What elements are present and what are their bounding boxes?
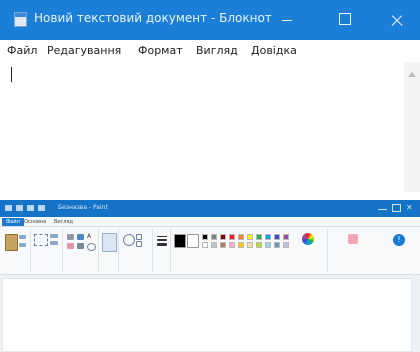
alert-group: ! [380, 229, 418, 272]
brush-icon[interactable] [102, 233, 117, 252]
text-caret [11, 67, 12, 82]
palette-swatch[interactable] [256, 234, 262, 240]
notepad-window: Новий текстовий документ - Блокнот Файл … [0, 0, 420, 192]
palette-swatch[interactable] [211, 234, 217, 240]
crop-icon[interactable] [50, 234, 58, 238]
menu-format[interactable]: Формат [138, 44, 183, 57]
paint-window: Безназва - Paint ✕ Файл Основне Вигляд A [0, 200, 420, 352]
palette-swatch[interactable] [202, 234, 208, 240]
palette-swatch[interactable] [220, 242, 226, 248]
tab-view[interactable]: Вигляд [50, 218, 77, 226]
palette-swatch[interactable] [211, 242, 217, 248]
palette-swatch[interactable] [256, 242, 262, 248]
palette-swatch[interactable] [247, 234, 253, 240]
notepad-title: Новий текстовий документ - Блокнот [34, 11, 272, 25]
edit-colors-icon[interactable] [302, 233, 314, 245]
tab-home[interactable]: Основне [20, 218, 50, 226]
menu-view[interactable]: Вигляд [196, 44, 238, 57]
palette-swatch[interactable] [238, 242, 244, 248]
copy-icon[interactable] [19, 243, 26, 247]
paint-app-icon [5, 205, 12, 211]
alert-icon[interactable]: ! [393, 234, 405, 246]
window-gap [0, 192, 420, 200]
menu-file[interactable]: Файл [7, 44, 37, 57]
close-button[interactable] [374, 0, 420, 40]
colors-group [171, 229, 328, 272]
magnifier-icon[interactable] [87, 243, 96, 251]
size-line-3 [157, 243, 167, 246]
palette-swatch[interactable] [220, 234, 226, 240]
undo-icon[interactable] [27, 205, 34, 211]
palette-swatch[interactable] [283, 242, 289, 248]
notepad-menubar: Файл Редагування Формат Вигляд Довідка [0, 40, 420, 62]
paint-maximize-button[interactable] [392, 204, 401, 212]
palette-swatch[interactable] [229, 234, 235, 240]
shapes-group [119, 229, 153, 272]
fill-shape-icon[interactable] [136, 241, 142, 247]
resize-icon[interactable] [50, 241, 58, 245]
color2-icon[interactable] [187, 234, 199, 248]
paint-title: Безназва - Paint [58, 204, 108, 211]
cut-icon[interactable] [19, 235, 26, 239]
scroll-up-arrow-icon[interactable] [408, 72, 416, 77]
notepad-titlebar[interactable]: Новий текстовий документ - Блокнот [0, 0, 420, 40]
palette-swatch[interactable] [238, 234, 244, 240]
pencil-icon[interactable] [67, 234, 74, 240]
eraser-icon[interactable] [67, 243, 74, 249]
palette-swatch[interactable] [274, 234, 280, 240]
size-group [153, 229, 171, 272]
text-icon[interactable]: A [87, 234, 94, 240]
paste-icon[interactable] [5, 234, 18, 251]
paint-titlebar[interactable]: Безназва - Paint ✕ [0, 200, 420, 217]
menu-help[interactable]: Довідка [251, 44, 297, 57]
paint-close-button[interactable]: ✕ [406, 204, 415, 212]
palette-swatch[interactable] [274, 242, 280, 248]
clipboard-group [0, 229, 31, 272]
fill-icon[interactable] [77, 234, 84, 240]
color1-icon[interactable] [174, 234, 186, 248]
palette-swatch[interactable] [283, 234, 289, 240]
maximize-button[interactable] [322, 0, 368, 40]
palette-swatch[interactable] [265, 242, 271, 248]
menu-edit[interactable]: Редагування [47, 44, 121, 57]
color-picker-icon[interactable] [77, 243, 84, 249]
palette-swatch[interactable] [247, 242, 253, 248]
paint-canvas[interactable] [2, 278, 412, 352]
shapes-icon[interactable] [123, 234, 135, 246]
palette-swatch[interactable] [202, 242, 208, 248]
size-icon[interactable] [157, 236, 167, 237]
brushes-group [99, 229, 119, 272]
size-line-2 [157, 239, 167, 241]
notepad-text-area[interactable] [8, 62, 404, 192]
palette-swatch[interactable] [265, 234, 271, 240]
paint-ribbon: A ! [0, 227, 420, 275]
tools-group: A [63, 229, 99, 272]
image-group [31, 229, 63, 272]
redo-icon[interactable] [38, 205, 45, 211]
paint3d-group [328, 229, 378, 272]
outline-icon[interactable] [136, 234, 142, 240]
paint-minimize-button[interactable] [378, 209, 387, 210]
paint-ribbon-tabs: Файл Основне Вигляд [0, 217, 420, 227]
paint3d-icon[interactable] [348, 234, 358, 244]
minimize-button[interactable] [264, 0, 310, 40]
notepad-app-icon [14, 12, 27, 27]
paint-canvas-area [0, 275, 420, 352]
select-icon[interactable] [34, 234, 48, 246]
notepad-vertical-scrollbar[interactable] [404, 62, 420, 192]
save-icon[interactable] [16, 205, 23, 211]
palette-swatch[interactable] [229, 242, 235, 248]
